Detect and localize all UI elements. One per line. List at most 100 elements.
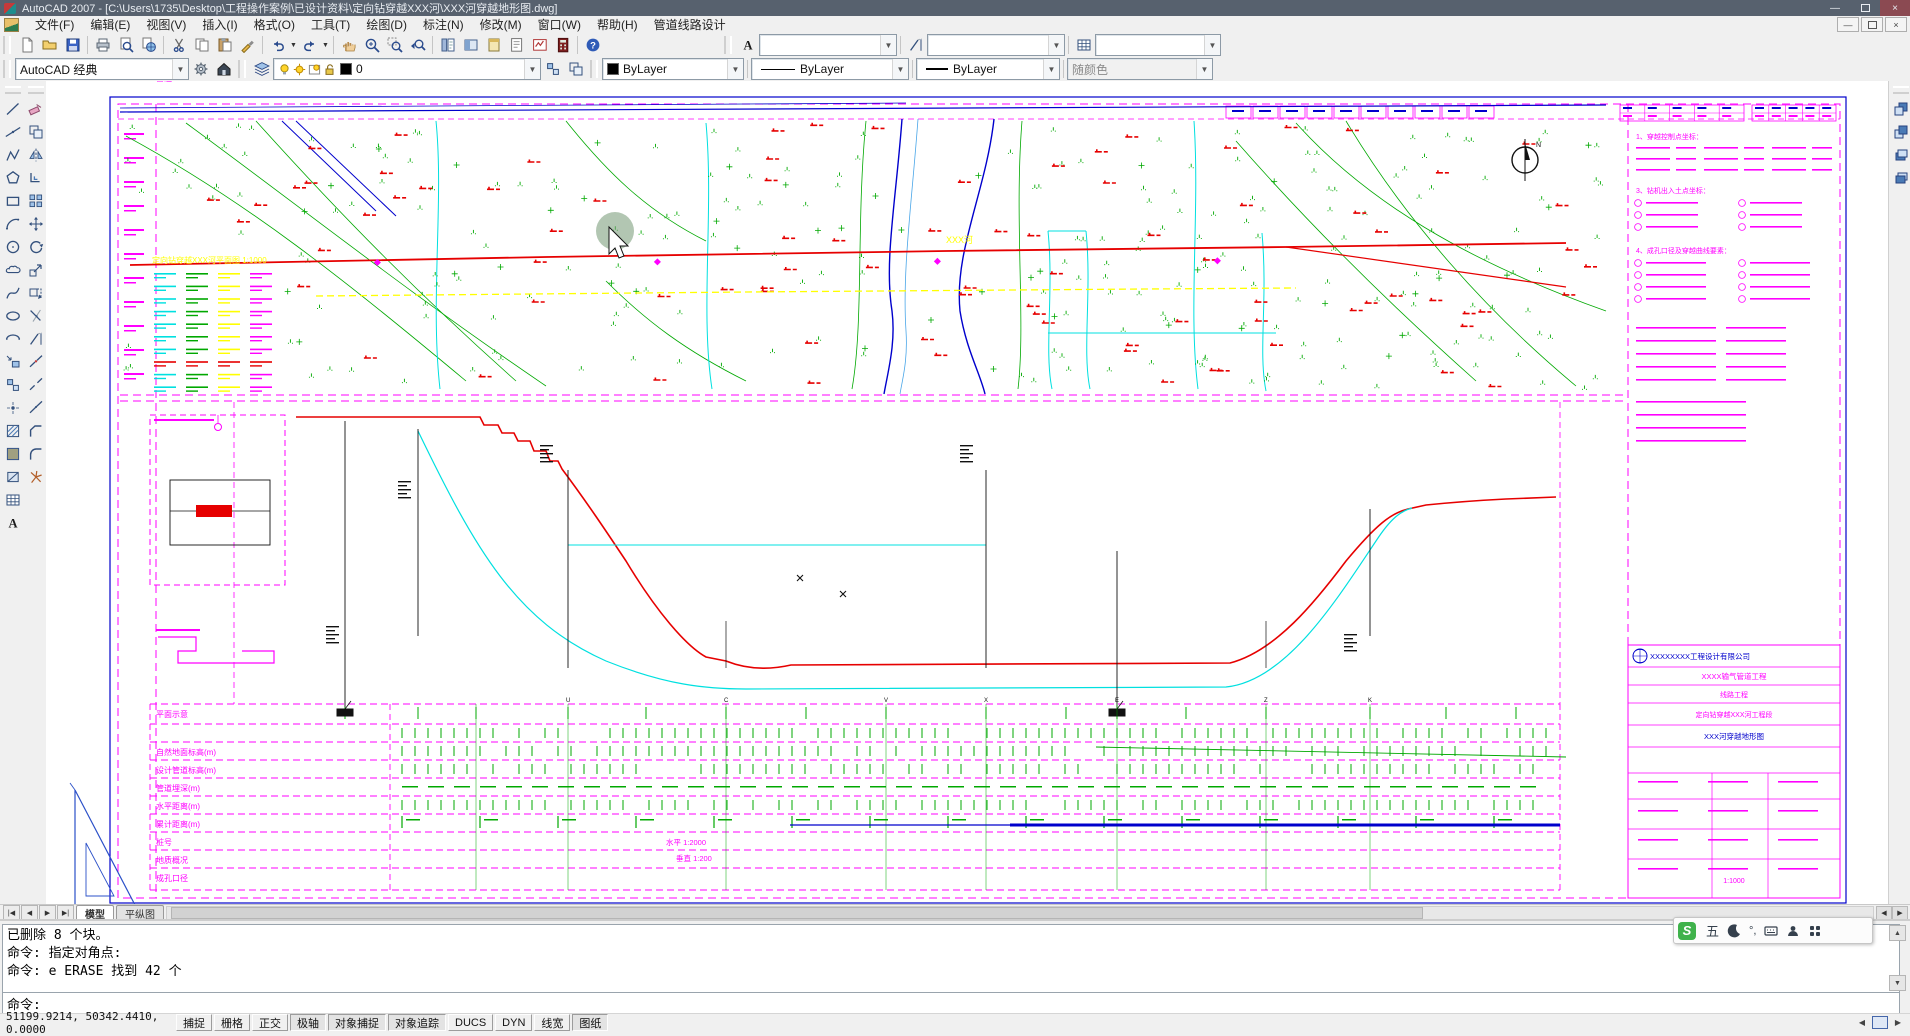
tb-mirror-button[interactable] [24, 143, 47, 166]
tb-scale-button[interactable] [24, 258, 47, 281]
status-toggle-ortho[interactable]: 正交 [252, 1014, 288, 1031]
keyboard-icon[interactable] [1764, 924, 1778, 938]
tb-sheetset-button[interactable] [505, 34, 528, 57]
tb-draworder-above-button[interactable] [1889, 143, 1910, 166]
sogou-logo-icon[interactable]: S [1678, 922, 1696, 940]
table-style-combo[interactable]: ▼ [1095, 34, 1221, 56]
horizontal-scroll-thumb[interactable] [171, 907, 1423, 919]
command-history[interactable]: 已删除 8 个块。 命令: 指定对角点: 命令: e ERASE 找到 42 个 [2, 924, 1900, 996]
tb-mtext-button[interactable]: A [736, 34, 759, 57]
tb-undo-button[interactable] [266, 34, 289, 57]
tb-copyobj-button[interactable] [24, 120, 47, 143]
tb-properties-button[interactable] [436, 34, 459, 57]
tb-quickcalc-button[interactable] [551, 34, 574, 57]
linetype-combo-arrow[interactable]: ▼ [892, 59, 908, 79]
tb-spline-button[interactable] [1, 281, 24, 304]
tb-xline-button[interactable] [1, 120, 24, 143]
tb-publish-button[interactable] [137, 34, 160, 57]
tb-qnew-button[interactable] [15, 34, 38, 57]
undo-drop-arrow[interactable]: ▼ [289, 35, 298, 56]
dim-style-combo-arrow[interactable]: ▼ [1048, 35, 1064, 55]
tb-move-button[interactable] [24, 212, 47, 235]
status-toggle-dyn[interactable]: DYN [495, 1014, 532, 1031]
tb-make-block-button[interactable] [1, 373, 24, 396]
status-right-arrow-icon[interactable]: ▶ [1890, 1016, 1906, 1030]
tb-zoom-realtime-button[interactable] [360, 34, 383, 57]
tb-markup-button[interactable] [528, 34, 551, 57]
drawing-canvas[interactable]: XXX河定向钻穿越XXX河平面图 1:1000N平面示意自然地面标高(m)设计管… [46, 81, 1888, 904]
tb-make-object-layer-current-button[interactable] [541, 58, 564, 81]
mdi-restore-button[interactable] [1861, 17, 1883, 32]
tb-chamfer-button[interactable] [24, 419, 47, 442]
tb-zoom-window-button[interactable] [383, 34, 406, 57]
workspace-combo-arrow[interactable]: ▼ [172, 59, 188, 79]
tb-rectangle-button[interactable] [1, 189, 24, 212]
layout-tab-model[interactable]: 模型 [76, 905, 114, 920]
tb-redo-button[interactable] [298, 34, 321, 57]
tb-offset-button[interactable] [24, 166, 47, 189]
tb-line-button[interactable] [1, 97, 24, 120]
tb-ellipse-button[interactable] [1, 304, 24, 327]
tb-extend-button[interactable] [904, 34, 927, 57]
restore-button[interactable] [1850, 0, 1880, 16]
status-toggle-osnap[interactable]: 对象捕捉 [328, 1014, 386, 1031]
status-toggle-polar[interactable]: 极轴 [290, 1014, 326, 1031]
close-button[interactable]: × [1880, 0, 1910, 16]
tb-polygon-button[interactable] [1, 166, 24, 189]
menu-file[interactable]: 文件(F) [27, 15, 82, 34]
tb-extend-button[interactable] [24, 327, 47, 350]
tb-pline-button[interactable] [1, 143, 24, 166]
text-style-combo[interactable]: ▼ [759, 34, 897, 56]
tb-ellipse-arc-button[interactable] [1, 327, 24, 350]
color-combo-arrow[interactable]: ▼ [727, 59, 743, 79]
ime-punctuation[interactable]: °, [1749, 925, 1756, 937]
tb-cut-button[interactable] [167, 34, 190, 57]
tb-stretch-button[interactable] [24, 281, 47, 304]
tb-arc-button[interactable] [1, 212, 24, 235]
color-combo[interactable]: ByLayer▼ [602, 58, 744, 80]
tb-gradient-button[interactable] [1, 442, 24, 465]
tab-nav-next[interactable]: ▶ [39, 905, 56, 920]
tb-draworder-back-button[interactable] [1889, 120, 1910, 143]
tb-point-button[interactable] [1, 396, 24, 419]
menu-dimension[interactable]: 标注(N) [415, 15, 472, 34]
tb-layer-manager-button[interactable] [250, 58, 273, 81]
tb-toolpalettes-button[interactable] [482, 34, 505, 57]
tab-nav-prev[interactable]: ◀ [21, 905, 38, 920]
command-scroll-down-button[interactable]: ▼ [1889, 975, 1906, 991]
menu-view[interactable]: 视图(V) [138, 15, 194, 34]
menu-edit[interactable]: 编辑(E) [82, 15, 138, 34]
toolbox-grid-icon[interactable] [1808, 924, 1822, 938]
mdi-close-button[interactable]: × [1885, 17, 1907, 32]
layer-combo-arrow[interactable]: ▼ [524, 59, 540, 79]
redo-drop-arrow[interactable]: ▼ [321, 35, 330, 56]
tb-zoom-previous-button[interactable] [406, 34, 429, 57]
tb-table-button[interactable] [1, 488, 24, 511]
mdi-minimize-button[interactable]: — [1837, 17, 1859, 32]
user-icon[interactable] [1786, 924, 1800, 938]
linetype-combo[interactable]: ByLayer▼ [751, 58, 909, 80]
menu-insert[interactable]: 插入(I) [194, 15, 245, 34]
tb-explode-button[interactable] [24, 465, 47, 488]
minimize-button[interactable]: — [1820, 0, 1850, 16]
layer-vpfreeze-icon[interactable] [308, 63, 321, 76]
tb-mtext-button[interactable]: A [1, 511, 24, 534]
tb-region-button[interactable] [1, 465, 24, 488]
tb-draworder-front-button[interactable] [1889, 97, 1910, 120]
tb-table-button[interactable] [1072, 34, 1095, 57]
lineweight-combo[interactable]: ByLayer▼ [916, 58, 1060, 80]
tb-matchprop-button[interactable] [236, 34, 259, 57]
tb-paste-button[interactable] [213, 34, 236, 57]
tb-insert-block-button[interactable] [1, 350, 24, 373]
tb-erase-button[interactable] [24, 97, 47, 120]
tb-workspace-settings-button[interactable] [189, 58, 212, 81]
layer-on-bulb-icon[interactable] [278, 63, 291, 76]
tb-preview-button[interactable] [114, 34, 137, 57]
tab-nav-first[interactable]: |◀ [3, 905, 20, 920]
tb-copy-button[interactable] [190, 34, 213, 57]
menu-window[interactable]: 窗口(W) [530, 15, 589, 34]
tb-trim-button[interactable] [24, 304, 47, 327]
layer-freeze-sun-icon[interactable] [293, 63, 306, 76]
tab-nav-last[interactable]: ▶| [57, 905, 74, 920]
tb-layer-previous-button[interactable] [564, 58, 587, 81]
